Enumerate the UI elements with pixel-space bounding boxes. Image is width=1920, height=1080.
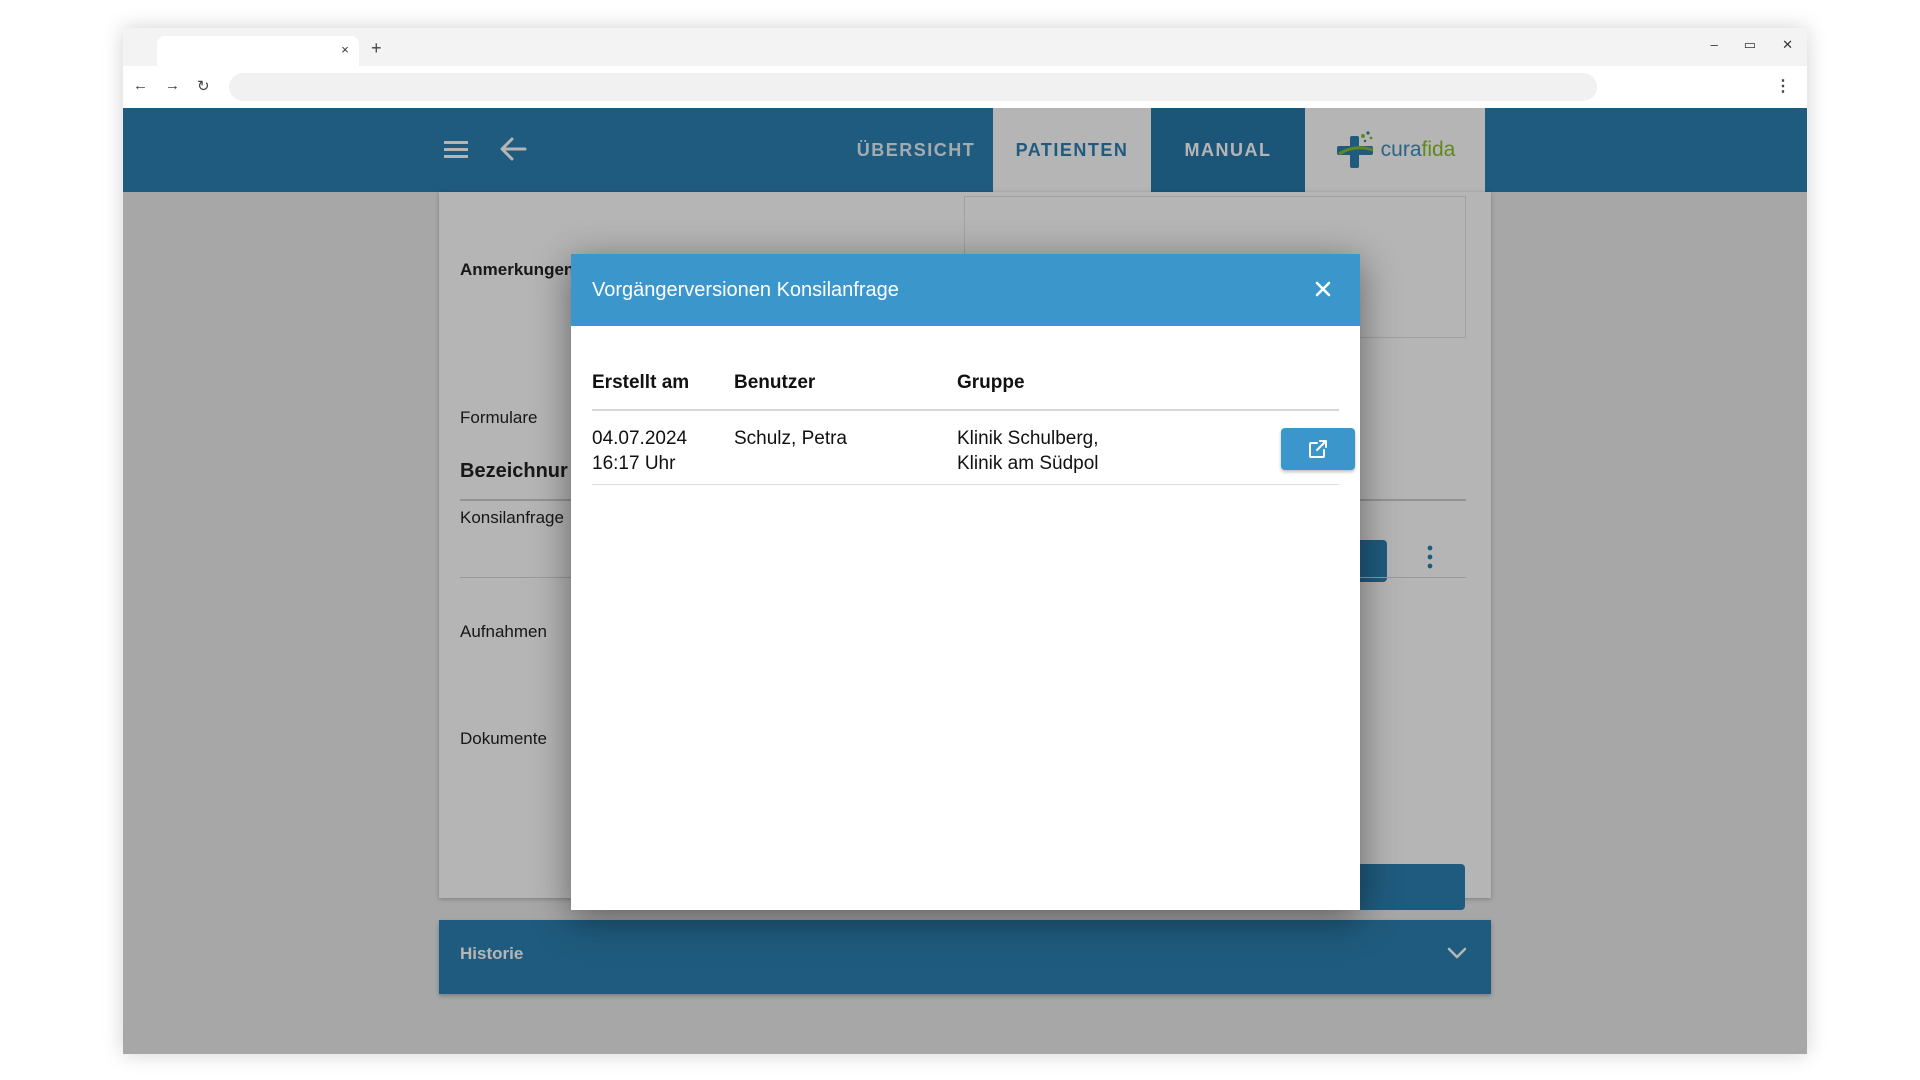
tab-strip: × + – ▭ ✕ [123, 28, 1807, 66]
open-version-button[interactable] [1281, 428, 1355, 470]
browser-reload-icon[interactable]: ↻ [197, 77, 210, 95]
minimize-icon[interactable]: – [1711, 37, 1718, 53]
table-header-divider [592, 409, 1339, 411]
address-bar[interactable] [229, 73, 1597, 101]
cell-group-line2: Klinik am Südpol [957, 453, 1099, 474]
external-link-icon [1309, 440, 1327, 458]
tab-close-icon[interactable]: × [337, 42, 353, 57]
cell-time: 16:17 Uhr [592, 453, 676, 474]
dialog-header: Vorgängerversionen Konsilanfrage [571, 254, 1360, 326]
cell-gruppe: Klinik Schulberg, Klinik am Südpol [957, 426, 1099, 476]
versions-dialog: Vorgängerversionen Konsilanfrage Erstell… [571, 254, 1360, 910]
row-divider [592, 484, 1339, 485]
browser-tab[interactable]: × [157, 36, 359, 66]
cell-benutzer: Schulz, Petra [734, 428, 847, 449]
cell-date: 04.07.2024 [592, 428, 688, 449]
restore-icon[interactable]: ▭ [1744, 37, 1756, 53]
browser-menu-icon[interactable]: ⋮ [1775, 76, 1791, 96]
dialog-title: Vorgängerversionen Konsilanfrage [592, 279, 899, 301]
browser-window: × + – ▭ ✕ ← → ↻ ⋮ ÜBERSICHT PATIENTEN MA… [123, 28, 1807, 1054]
browser-toolbar: ← → ↻ ⋮ [123, 66, 1807, 108]
window-controls: – ▭ ✕ [1711, 37, 1793, 53]
window-close-icon[interactable]: ✕ [1782, 37, 1793, 53]
column-header-gruppe: Gruppe [957, 372, 1025, 393]
cell-group-line1: Klinik Schulberg, [957, 428, 1099, 449]
column-header-erstellt: Erstellt am [592, 372, 690, 393]
new-tab-icon[interactable]: + [371, 38, 382, 59]
browser-forward-icon[interactable]: → [165, 77, 180, 94]
column-header-benutzer: Benutzer [734, 372, 816, 393]
close-icon[interactable] [1314, 280, 1332, 298]
cell-erstellt: 04.07.2024 16:17 Uhr [592, 426, 687, 476]
browser-back-icon[interactable]: ← [133, 77, 148, 94]
